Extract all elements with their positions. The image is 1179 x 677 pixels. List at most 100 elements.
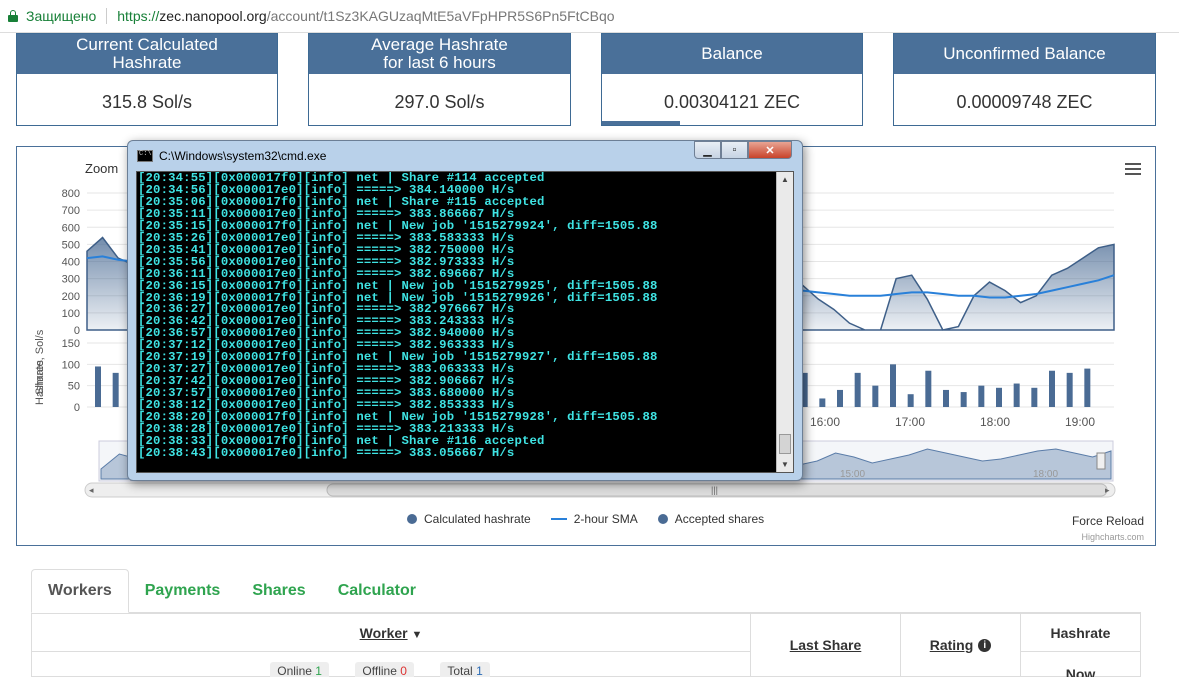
card-title: Unconfirmed Balance bbox=[894, 34, 1155, 74]
rating-column-header: Rating i bbox=[900, 613, 1021, 677]
share-bar bbox=[1031, 387, 1038, 407]
legend-line-icon bbox=[550, 518, 567, 520]
share-bar bbox=[978, 385, 985, 407]
account-tabs: Workers Payments Shares Calculator bbox=[31, 569, 432, 613]
share-bar bbox=[112, 372, 119, 407]
hashrate-header-label: Hashrate bbox=[1050, 625, 1111, 641]
console-scrollbar-thumb[interactable] bbox=[779, 434, 791, 454]
hashrate-tick-label: 200 bbox=[62, 291, 80, 303]
legend-accepted-shares[interactable]: Accepted shares bbox=[657, 512, 764, 526]
tab-calculator[interactable]: Calculator bbox=[322, 569, 432, 613]
rating-sort-link[interactable]: Rating bbox=[930, 637, 974, 653]
shares-tick-label: 100 bbox=[62, 359, 80, 371]
card-title: Current Calculated Hashrate bbox=[17, 34, 277, 74]
legend-dot-icon bbox=[657, 514, 668, 524]
chevron-down-icon[interactable]: ▼ bbox=[411, 629, 422, 641]
last-share-column-header: Last Share bbox=[750, 613, 901, 677]
share-bar bbox=[996, 387, 1002, 407]
worker-column-header: Worker ▼ Online 1 Offline 0 Total 1 bbox=[31, 613, 751, 677]
close-button[interactable]: ✕ bbox=[748, 141, 792, 159]
share-bar bbox=[95, 366, 101, 407]
shares-tick-label: 0 bbox=[74, 402, 80, 414]
hashrate-tick-label: 100 bbox=[62, 308, 80, 320]
address-bar[interactable]: Защищено https://zec.nanopool.org/accoun… bbox=[0, 0, 1179, 33]
force-reload-link[interactable]: Force Reload bbox=[1072, 514, 1144, 528]
hashrate-tick-label: 0 bbox=[74, 325, 80, 337]
share-bar bbox=[872, 385, 879, 407]
hashrate-tick-label: 700 bbox=[62, 205, 80, 217]
info-icon[interactable]: i bbox=[978, 638, 992, 652]
last-share-sort-link[interactable]: Last Share bbox=[790, 637, 862, 653]
legend-calculated-hashrate[interactable]: Calculated hashrate bbox=[407, 512, 531, 526]
chart-legend: Calculated hashrate 2-hour SMA Accepted … bbox=[407, 512, 764, 526]
balance-card: Balance 0.00304121 ZEC bbox=[601, 33, 863, 126]
highcharts-credits[interactable]: Highcharts.com bbox=[1081, 532, 1144, 542]
average-hashrate-card: Average Hashrate for last 6 hours 297.0 S… bbox=[308, 33, 571, 126]
shares-tick-label: 50 bbox=[68, 381, 80, 393]
y-axis-label-shares: Shares bbox=[34, 360, 46, 395]
scroll-right-icon[interactable]: ▸ bbox=[1105, 485, 1110, 495]
hashrate-tick-label: 300 bbox=[62, 274, 80, 286]
scrollbar-grip-icon: ||| bbox=[711, 485, 718, 495]
time-tick-label: 18:00 bbox=[980, 415, 1010, 429]
share-bar bbox=[890, 364, 896, 407]
tab-shares[interactable]: Shares bbox=[236, 569, 321, 613]
share-bar bbox=[1049, 370, 1055, 407]
minimize-button[interactable]: ▁ bbox=[694, 141, 721, 159]
cmd-title: C:\Windows\system32\cmd.exe bbox=[159, 148, 327, 163]
secure-label: Защищено bbox=[26, 8, 97, 24]
navigator-tick-label: 15:00 bbox=[840, 469, 865, 480]
hashrate-tick-label: 800 bbox=[62, 188, 80, 200]
hashrate-now-label: Now bbox=[1021, 651, 1140, 677]
hashrate-tick-label: 600 bbox=[62, 222, 80, 234]
card-title: Balance bbox=[602, 34, 862, 74]
share-bar bbox=[1084, 368, 1091, 407]
share-bar bbox=[854, 372, 861, 407]
share-bar bbox=[1066, 372, 1073, 407]
worker-status-filters: Online 1 Offline 0 Total 1 bbox=[32, 651, 750, 677]
share-bar bbox=[837, 389, 843, 407]
navigator-tick-label: 18:00 bbox=[1033, 469, 1058, 480]
window-controls: ▁ ▫ ✕ bbox=[694, 141, 792, 159]
payout-progress-bar bbox=[602, 121, 680, 125]
card-value: 0.00009748 ZEC bbox=[956, 92, 1093, 112]
share-bar bbox=[960, 392, 967, 407]
separator bbox=[106, 8, 108, 24]
worker-sort-link[interactable]: Worker bbox=[360, 625, 408, 641]
scroll-up-icon[interactable]: ▲ bbox=[777, 172, 793, 187]
legend-dot-icon bbox=[407, 514, 417, 524]
share-bar bbox=[943, 389, 949, 407]
navigator-handle[interactable] bbox=[1096, 452, 1106, 470]
hashrate-column-header: Hashrate Now bbox=[1020, 613, 1141, 677]
card-value: 0.00304121 ZEC bbox=[663, 92, 801, 112]
tab-payments[interactable]: Payments bbox=[129, 569, 237, 613]
scroll-down-icon[interactable]: ▼ bbox=[777, 457, 793, 472]
url[interactable]: https://zec.nanopool.org/account/t1Sz3KA… bbox=[117, 8, 614, 24]
maximize-button[interactable]: ▫ bbox=[721, 141, 748, 159]
hashrate-tick-label: 500 bbox=[62, 239, 80, 251]
console-output[interactable]: [20:34:55][0x000017f0][info] net | Share… bbox=[136, 171, 794, 473]
shares-tick-label: 150 bbox=[62, 338, 80, 350]
total-filter[interactable]: Total 1 bbox=[440, 662, 490, 677]
card-title: Average Hashrate for last 6 hours bbox=[309, 34, 570, 74]
current-hashrate-card: Current Calculated Hashrate 315.8 Sol/s bbox=[16, 33, 278, 126]
legend-sma[interactable]: 2-hour SMA bbox=[550, 512, 638, 526]
share-bar bbox=[907, 394, 914, 407]
share-bar bbox=[819, 398, 826, 407]
scroll-left-icon[interactable]: ◂ bbox=[89, 485, 94, 495]
card-value: 297.0 Sol/s bbox=[394, 92, 485, 112]
tab-workers[interactable]: Workers bbox=[31, 569, 129, 613]
cmd-window[interactable]: C:\Windows\system32\cmd.exe ▁ ▫ ✕ [20:34… bbox=[127, 140, 803, 481]
share-bar bbox=[925, 370, 932, 407]
console-scrollbar[interactable]: ▲ ▼ bbox=[776, 172, 793, 472]
share-bar bbox=[1013, 383, 1020, 407]
lock-icon bbox=[8, 10, 18, 22]
time-tick-label: 19:00 bbox=[1065, 415, 1095, 429]
offline-filter[interactable]: Offline 0 bbox=[355, 662, 414, 677]
console-text: [20:34:55][0x000017f0][info] net | Share… bbox=[138, 172, 658, 460]
cmd-icon bbox=[137, 149, 153, 162]
hashrate-tick-label: 400 bbox=[62, 257, 80, 269]
online-filter[interactable]: Online 1 bbox=[270, 662, 329, 677]
card-value: 315.8 Sol/s bbox=[101, 92, 193, 112]
time-tick-label: 17:00 bbox=[895, 415, 925, 429]
